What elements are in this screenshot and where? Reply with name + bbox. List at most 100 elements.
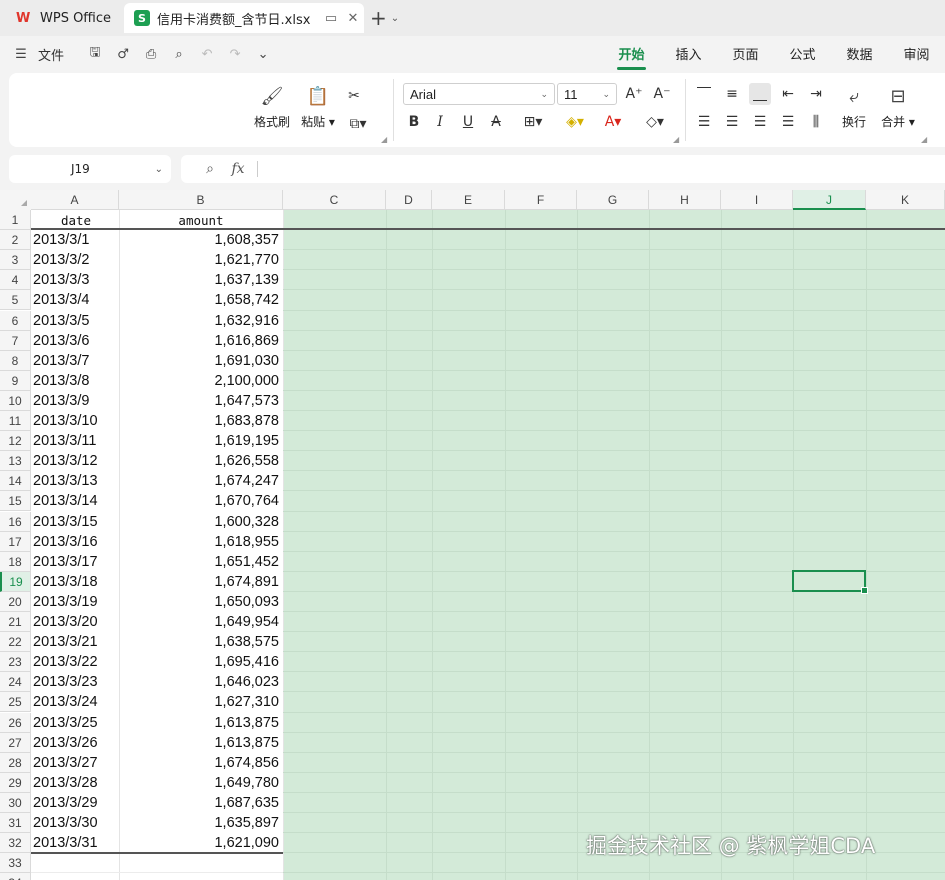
font-name-select[interactable]: Arial ⌄: [403, 83, 555, 105]
row-header[interactable]: 16: [0, 511, 31, 532]
zoom-search-icon[interactable]: ⌕: [197, 161, 223, 177]
row-header[interactable]: 14: [0, 471, 31, 492]
column-header[interactable]: G: [577, 190, 649, 210]
name-box[interactable]: J19 ⌄: [9, 155, 171, 183]
save-icon[interactable]: 🖫: [84, 44, 106, 64]
column-header[interactable]: A: [31, 190, 119, 210]
date-cell[interactable]: 2013/3/9: [33, 391, 119, 411]
cut-icon[interactable]: ✂: [343, 85, 365, 107]
align-middle-icon[interactable]: ≡: [721, 83, 743, 105]
row-header[interactable]: 4: [0, 270, 31, 291]
strikethrough-icon[interactable]: A: [485, 111, 507, 133]
date-cell[interactable]: 2013/3/25: [33, 713, 119, 733]
amount-cell[interactable]: 1,670,764: [119, 491, 279, 511]
amount-cell[interactable]: 2,100,000: [119, 371, 279, 391]
amount-cell[interactable]: 1,613,875: [119, 713, 279, 733]
redo-icon[interactable]: ↷: [224, 44, 246, 64]
align-top-icon[interactable]: ⎺: [693, 83, 715, 105]
amount-cell[interactable]: 1,687,635: [119, 793, 279, 813]
row-header[interactable]: 21: [0, 612, 31, 632]
row-header[interactable]: 30: [0, 792, 31, 813]
date-cell[interactable]: 2013/3/10: [33, 411, 119, 431]
date-cell[interactable]: 2013/3/4: [33, 290, 119, 310]
increase-indent-icon[interactable]: ⇥: [805, 83, 827, 105]
paste-button[interactable]: 📋 粘贴 ▾: [295, 83, 341, 130]
close-icon[interactable]: ✕: [342, 7, 364, 29]
amount-cell[interactable]: 1,691,030: [119, 351, 279, 371]
amount-cell[interactable]: 1,638,575: [119, 632, 279, 652]
row-header[interactable]: 13: [0, 451, 31, 472]
more-chevron-icon[interactable]: ⌄: [252, 44, 274, 64]
row-header[interactable]: 27: [0, 732, 31, 753]
row-header[interactable]: 3: [0, 250, 31, 271]
date-cell[interactable]: 2013/3/13: [33, 471, 119, 491]
wrap-text-button[interactable]: ⤶ 换行: [831, 83, 877, 130]
print-preview-icon[interactable]: ⌕: [168, 44, 190, 64]
row-header[interactable]: 25: [0, 692, 31, 713]
date-cell[interactable]: 2013/3/21: [33, 632, 119, 652]
column-header[interactable]: E: [432, 190, 505, 210]
monitor-icon[interactable]: ▭: [320, 7, 342, 29]
amount-cell[interactable]: 1,621,770: [119, 250, 279, 270]
column-header[interactable]: J: [793, 190, 866, 210]
ribbon-tab[interactable]: 页面: [717, 44, 774, 66]
date-cell[interactable]: 2013/3/29: [33, 793, 119, 813]
date-cell[interactable]: 2013/3/18: [33, 572, 119, 592]
border-icon[interactable]: ⊞▾: [517, 111, 549, 133]
amount-cell[interactable]: 1,619,195: [119, 431, 279, 451]
amount-cell[interactable]: 1,637,139: [119, 270, 279, 290]
chevron-down-icon[interactable]: ⌄: [391, 13, 399, 24]
row-header[interactable]: 17: [0, 531, 31, 552]
underline-icon[interactable]: U: [457, 111, 479, 133]
row-header[interactable]: 26: [0, 712, 31, 733]
date-cell[interactable]: 2013/3/19: [33, 592, 119, 612]
format-painter-button[interactable]: 🖌 格式刷: [249, 83, 295, 130]
select-all-corner[interactable]: [0, 190, 31, 210]
app-tab[interactable]: W WPS Office: [6, 3, 118, 33]
clipboard-launcher-icon[interactable]: ◢: [381, 135, 387, 144]
date-cell[interactable]: 2013/3/22: [33, 652, 119, 672]
amount-cell[interactable]: 1,649,954: [119, 612, 279, 632]
row-header[interactable]: 1: [0, 210, 31, 230]
date-cell[interactable]: 2013/3/27: [33, 753, 119, 773]
amount-cell[interactable]: 1,627,310: [119, 692, 279, 712]
amount-cell[interactable]: 1,635,897: [119, 813, 279, 833]
column-header[interactable]: K: [866, 190, 945, 210]
row-header[interactable]: 8: [0, 350, 31, 371]
column-header[interactable]: F: [505, 190, 577, 210]
amount-cell[interactable]: 1,608,357: [119, 230, 279, 250]
spreadsheet-grid[interactable]: A B C D E F G H I J K 1 2 3 4 5 6 7 8 9 10 11 12 13 14 15 16 17 18 19…: [0, 190, 945, 880]
row-header[interactable]: 11: [0, 411, 31, 431]
row-header[interactable]: 6: [0, 310, 31, 331]
row-header[interactable]: 9: [0, 370, 31, 391]
amount-cell[interactable]: 1,674,891: [119, 572, 279, 592]
column-header[interactable]: H: [649, 190, 721, 210]
date-cell[interactable]: 2013/3/1: [33, 230, 119, 250]
amount-cell[interactable]: 1,647,573: [119, 391, 279, 411]
file-menu[interactable]: 文件: [38, 45, 64, 64]
date-cell[interactable]: 2013/3/26: [33, 733, 119, 753]
amount-cell[interactable]: 1,650,093: [119, 592, 279, 612]
amount-cell[interactable]: 1,646,023: [119, 672, 279, 692]
align-right-icon[interactable]: ☰: [749, 111, 771, 133]
file-tab[interactable]: S 信用卡消费额_含节日.xlsx ▭ ✕: [124, 3, 364, 33]
row-header[interactable]: 12: [0, 431, 31, 452]
amount-cell[interactable]: 1,683,878: [119, 411, 279, 431]
row-header[interactable]: 22: [0, 632, 31, 653]
header-cell-amount[interactable]: amount: [119, 210, 283, 230]
merge-button[interactable]: ⊟ 合并 ▾: [875, 83, 921, 130]
fill-color-icon[interactable]: ◈▾: [559, 111, 591, 133]
amount-cell[interactable]: 1,695,416: [119, 652, 279, 672]
date-cell[interactable]: 2013/3/17: [33, 552, 119, 572]
print-icon[interactable]: ⎙: [140, 44, 162, 64]
date-cell[interactable]: 2013/3/2: [33, 250, 119, 270]
date-cell[interactable]: 2013/3/14: [33, 491, 119, 511]
column-header[interactable]: I: [721, 190, 793, 210]
row-header[interactable]: 20: [0, 591, 31, 612]
decrease-indent-icon[interactable]: ⇤: [777, 83, 799, 105]
amount-cell[interactable]: 1,613,875: [119, 733, 279, 753]
date-cell[interactable]: 2013/3/16: [33, 532, 119, 552]
ribbon-tab[interactable]: 数据: [831, 44, 888, 66]
align-center-icon[interactable]: ☰: [721, 111, 743, 133]
increase-font-icon[interactable]: A⁺: [623, 83, 645, 105]
